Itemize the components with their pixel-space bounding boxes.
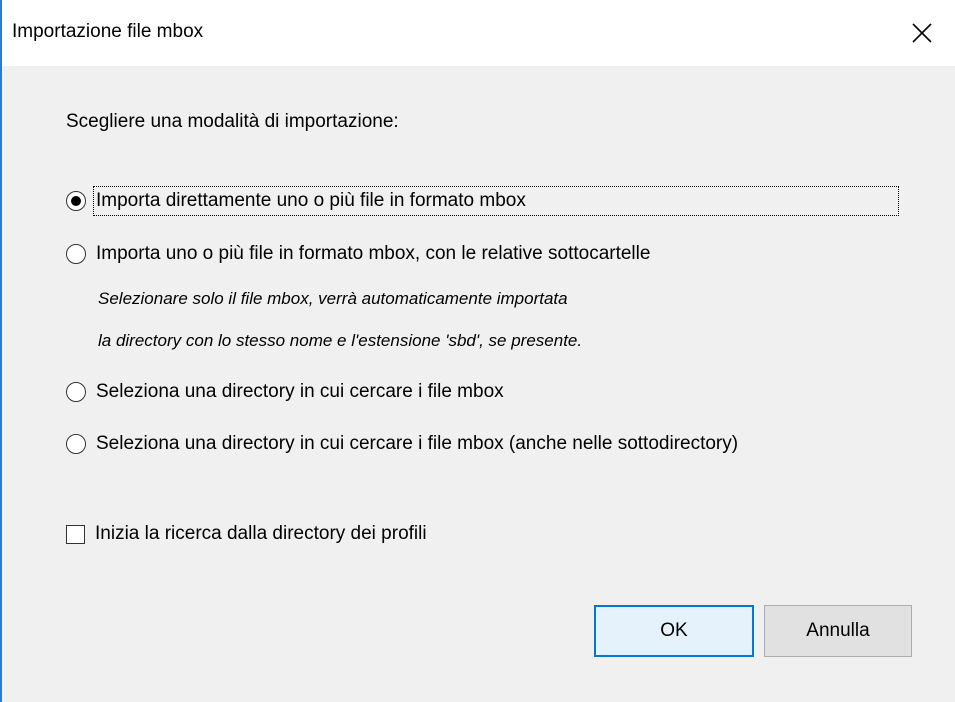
radio-import-with-subfolders[interactable] xyxy=(66,244,86,264)
radio-select-directory-recursive[interactable] xyxy=(66,434,86,454)
import-mbox-dialog: Importazione file mbox Scegliere una mod… xyxy=(0,0,955,702)
title-bar[interactable]: Importazione file mbox xyxy=(2,0,955,66)
cancel-button[interactable]: Annulla xyxy=(764,605,912,657)
close-button[interactable] xyxy=(889,0,955,66)
hint-line-2: la directory con lo stesso nome e l'este… xyxy=(98,331,583,350)
radio-select-directory[interactable] xyxy=(66,382,86,402)
option-import-direct[interactable]: Importa direttamente uno o più file in f… xyxy=(66,186,899,216)
ok-button[interactable]: OK xyxy=(594,605,754,657)
option-select-directory-recursive-label[interactable]: Seleziona una directory in cui cercare i… xyxy=(94,430,740,458)
profile-directory-option[interactable]: Inizia la ricerca dalla directory dei pr… xyxy=(66,519,429,549)
option-select-directory-recursive[interactable]: Seleziona una directory in cui cercare i… xyxy=(66,429,740,459)
option-import-with-subfolders-label[interactable]: Importa uno o più file in formato mbox, … xyxy=(94,240,652,268)
option-import-with-subfolders[interactable]: Importa uno o più file in formato mbox, … xyxy=(66,239,652,269)
hint-line-1: Selezionare solo il file mbox, verrà aut… xyxy=(98,289,568,308)
option-import-direct-label[interactable]: Importa direttamente uno o più file in f… xyxy=(93,186,899,216)
profile-directory-checkbox[interactable] xyxy=(66,524,85,544)
radio-import-direct[interactable] xyxy=(66,191,86,211)
option-select-directory[interactable]: Seleziona una directory in cui cercare i… xyxy=(66,377,506,407)
profile-directory-label[interactable]: Inizia la ricerca dalla directory dei pr… xyxy=(93,520,429,548)
option-select-directory-label[interactable]: Seleziona una directory in cui cercare i… xyxy=(94,378,506,406)
close-icon xyxy=(912,23,932,43)
import-mode-prompt: Scegliere una modalità di importazione: xyxy=(66,111,399,132)
window-title: Importazione file mbox xyxy=(12,21,204,42)
